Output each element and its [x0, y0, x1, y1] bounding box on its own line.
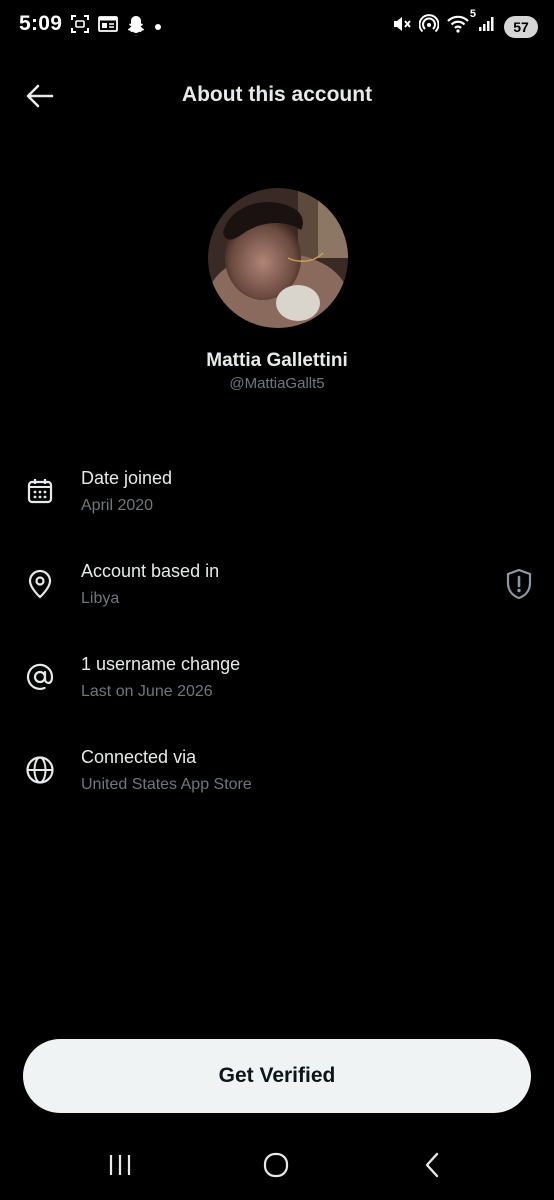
info-row-date-joined: Date joined April 2020: [0, 468, 554, 538]
signal-icon: [477, 14, 497, 39]
globe-icon: [23, 753, 57, 787]
news-icon: [98, 15, 118, 38]
info-row-account-based-in: Account based in Libya: [0, 561, 554, 631]
info-subtitle: April 2020: [81, 497, 154, 514]
system-back-button[interactable]: [412, 1148, 452, 1182]
profile-name: Mattia Gallettini: [206, 350, 348, 371]
battery-icon: 57: [504, 15, 538, 38]
hotspot-icon: [418, 14, 440, 39]
status-time: 5:09: [19, 12, 63, 35]
info-row-username-change: 1 username change Last on June 2026: [0, 654, 554, 724]
info-title: 1 username change: [81, 654, 241, 674]
at-sign-icon: [23, 660, 57, 694]
system-nav-bar: [0, 1140, 554, 1190]
status-left-icons: [70, 14, 162, 39]
info-row-connected-via: Connected via United States App Store: [0, 747, 554, 817]
status-bar: 5:09 5 57: [0, 0, 554, 52]
avatar: [208, 188, 348, 328]
info-subtitle: Libya: [81, 590, 120, 607]
location-pin-icon: [23, 567, 57, 601]
home-button[interactable]: [256, 1148, 296, 1182]
calendar-icon: [23, 474, 57, 508]
mute-icon: [392, 14, 412, 39]
shield-alert-icon[interactable]: [504, 567, 534, 601]
info-subtitle: Last on June 2026: [81, 683, 213, 700]
recent-apps-icon: [109, 1155, 131, 1175]
network-type-label: 5: [469, 8, 476, 20]
status-right-icons: 5 57: [392, 8, 538, 39]
home-icon: [263, 1152, 289, 1178]
header: About this account: [0, 72, 554, 120]
notification-dot-icon: [154, 18, 162, 36]
info-title: Connected via: [81, 747, 197, 767]
info-title: Date joined: [81, 468, 173, 488]
info-title: Account based in: [81, 561, 220, 581]
get-verified-button[interactable]: Get Verified: [23, 1039, 531, 1113]
screenshot-icon: [70, 14, 90, 39]
snapchat-icon: [126, 14, 146, 39]
page-title: About this account: [181, 83, 373, 106]
info-subtitle: United States App Store: [81, 776, 252, 793]
chevron-left-icon: [425, 1152, 439, 1178]
profile-handle: @MattiaGallt5: [229, 375, 325, 392]
recent-apps-button[interactable]: [100, 1148, 140, 1182]
wifi-icon: 5: [446, 8, 476, 39]
